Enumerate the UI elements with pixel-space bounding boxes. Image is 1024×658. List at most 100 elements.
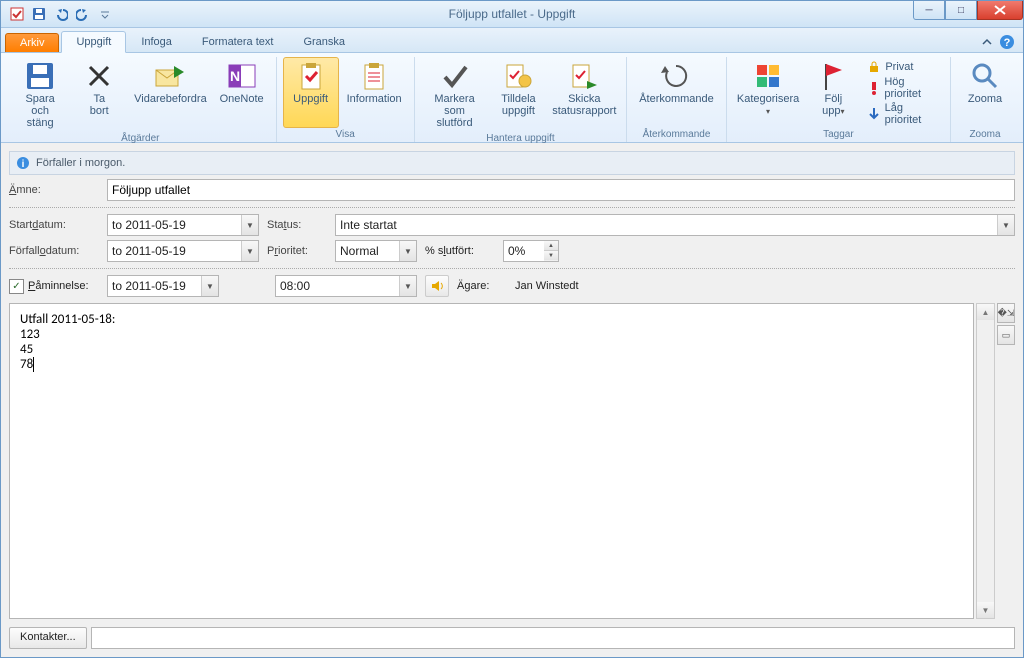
reminder-label: Påminnelse: — [28, 280, 89, 292]
svg-text:?: ? — [1004, 37, 1011, 49]
qat-redo-icon[interactable] — [73, 4, 93, 24]
qat-save-icon[interactable] — [29, 4, 49, 24]
contacts-input[interactable] — [91, 627, 1015, 649]
duedate-combo[interactable]: to 2011-05-19 ▼ — [107, 240, 259, 262]
svg-text:i: i — [22, 159, 25, 170]
people-pane-button[interactable]: ▭ — [997, 325, 1015, 345]
task-window: Följupp utfallet - Uppgift ─ □ Arkiv Upp… — [0, 0, 1024, 658]
info-icon: i — [16, 156, 30, 170]
group-zoom: Zooma Zooma — [951, 57, 1019, 142]
group-recurrence: Återkommande Återkommande — [627, 57, 727, 142]
status-label: Status: — [267, 219, 327, 231]
duedate-label: Förfallodatum: — [9, 245, 99, 257]
duedate-row: Förfallodatum: to 2011-05-19 ▼ Prioritet… — [9, 240, 1015, 262]
reminder-row: ✓ Påminnelse: to 2011-05-19 ▼ 08:00 ▼ Äg… — [9, 275, 1015, 297]
group-manage: Markera som slutförd Tilldela uppgift Sk… — [415, 57, 628, 142]
onenote-button[interactable]: N OneNote — [214, 57, 270, 132]
chevron-down-icon[interactable]: ▼ — [399, 241, 416, 261]
forward-button[interactable]: Vidarebefordra — [129, 57, 211, 132]
qat-task-icon[interactable] — [7, 4, 27, 24]
chevron-down-icon[interactable]: ▼ — [201, 276, 218, 296]
separator — [9, 207, 1015, 208]
scroll-up-icon[interactable]: ▲ — [977, 304, 994, 320]
minimize-ribbon-icon[interactable] — [981, 36, 993, 48]
task-icon — [295, 60, 327, 92]
zoom-button[interactable]: Zooma — [957, 57, 1013, 128]
svg-text:N: N — [230, 68, 240, 84]
priority-label: Prioritet: — [267, 245, 327, 257]
high-priority-icon — [867, 81, 880, 95]
recur-icon — [660, 60, 692, 92]
form-area: i Förfaller i morgon. Ämne: Startdatum: … — [1, 143, 1023, 657]
expand-sidebar-button[interactable]: �⁠⇲ — [997, 303, 1015, 323]
details-icon — [358, 60, 390, 92]
forward-icon — [154, 60, 186, 92]
recurrence-button[interactable]: Återkommande — [633, 57, 720, 128]
maximize-button[interactable]: □ — [945, 1, 977, 20]
subject-input[interactable] — [107, 179, 1015, 201]
body-editor[interactable]: Utfall 2011-05-18: 123 45 78 — [9, 303, 974, 619]
priority-combo[interactable]: Normal ▼ — [335, 240, 417, 262]
low-priority-icon — [867, 107, 880, 121]
mark-complete-button[interactable]: Markera som slutförd — [421, 57, 489, 132]
text-caret — [33, 357, 34, 372]
chevron-down-icon[interactable]: ▼ — [399, 276, 416, 296]
private-button[interactable]: Privat — [863, 59, 944, 75]
scroll-down-icon[interactable]: ▼ — [977, 602, 994, 618]
tab-uppgift[interactable]: Uppgift — [61, 31, 126, 53]
qat-customize-dropdown[interactable] — [95, 4, 115, 24]
startdate-combo[interactable]: to 2011-05-19 ▼ — [107, 214, 259, 236]
details-button[interactable]: Information — [341, 57, 408, 128]
minimize-button[interactable]: ─ — [913, 1, 945, 20]
chevron-down-icon[interactable]: ▼ — [241, 241, 258, 261]
reminder-time-combo[interactable]: 08:00 ▼ — [275, 275, 417, 297]
categorize-icon — [752, 60, 784, 92]
save-and-close-button[interactable]: Spara och stäng — [11, 57, 69, 132]
lock-icon — [867, 60, 881, 74]
categorize-button[interactable]: Kategorisera ▾ — [733, 57, 804, 128]
group-show: Uppgift Information Visa — [277, 57, 415, 142]
delete-button[interactable]: Ta bort — [71, 57, 127, 132]
window-title: Följupp utfallet - Uppgift — [1, 7, 1023, 21]
file-tab[interactable]: Arkiv — [5, 33, 59, 52]
chevron-down-icon[interactable]: ▼ — [241, 215, 258, 235]
delete-icon — [83, 60, 115, 92]
onenote-icon: N — [226, 60, 258, 92]
group-tags: Kategorisera ▾ Följ upp▾ Privat Hög prio… — [727, 57, 951, 142]
close-button[interactable] — [977, 1, 1023, 20]
high-priority-button[interactable]: Hög prioritet — [863, 75, 944, 101]
pct-spinner[interactable]: ▲▼ — [543, 240, 559, 262]
qat-undo-icon[interactable] — [51, 4, 71, 24]
sound-button[interactable] — [425, 275, 449, 297]
followup-icon — [817, 60, 849, 92]
tab-granska[interactable]: Granska — [288, 31, 360, 52]
task-view-button[interactable]: Uppgift — [283, 57, 339, 128]
editor-sidebar: �⁠⇲ ▭ — [997, 303, 1015, 619]
follow-up-button[interactable]: Följ upp▾ — [805, 57, 861, 128]
status-combo[interactable]: Inte startat ▼ — [335, 214, 1015, 236]
pct-complete-input[interactable]: 0% — [503, 240, 544, 262]
tab-row: Arkiv Uppgift Infoga Formatera text Gran… — [1, 28, 1023, 53]
bottom-row: Kontakter... — [9, 623, 1015, 649]
tags-small-buttons: Privat Hög prioritet Låg prioritet — [863, 57, 944, 128]
help-icon[interactable]: ? — [999, 34, 1015, 50]
vertical-scrollbar[interactable]: ▲ ▼ — [976, 303, 995, 619]
subject-row: Ämne: — [9, 179, 1015, 201]
send-status-report-button[interactable]: Skicka statusrapport — [548, 57, 620, 132]
contacts-button[interactable]: Kontakter... — [9, 627, 87, 649]
quick-access-toolbar — [1, 4, 115, 24]
group-actions: Spara och stäng Ta bort Vidarebefordra N… — [5, 57, 277, 142]
tab-infoga[interactable]: Infoga — [126, 31, 187, 52]
assign-task-button[interactable]: Tilldela uppgift — [490, 57, 546, 132]
chevron-down-icon[interactable]: ▼ — [997, 215, 1014, 235]
tab-formatera[interactable]: Formatera text — [187, 31, 289, 52]
low-priority-button[interactable]: Låg prioritet — [863, 101, 944, 127]
subject-label: Ämne: — [9, 184, 99, 196]
separator — [9, 268, 1015, 269]
report-icon — [568, 60, 600, 92]
owner-label: Ägare: — [457, 280, 507, 292]
reminder-date-combo[interactable]: to 2011-05-19 ▼ — [107, 275, 219, 297]
info-bar: i Förfaller i morgon. — [9, 151, 1015, 175]
complete-icon — [439, 60, 471, 92]
reminder-checkbox[interactable]: ✓ — [9, 279, 24, 294]
